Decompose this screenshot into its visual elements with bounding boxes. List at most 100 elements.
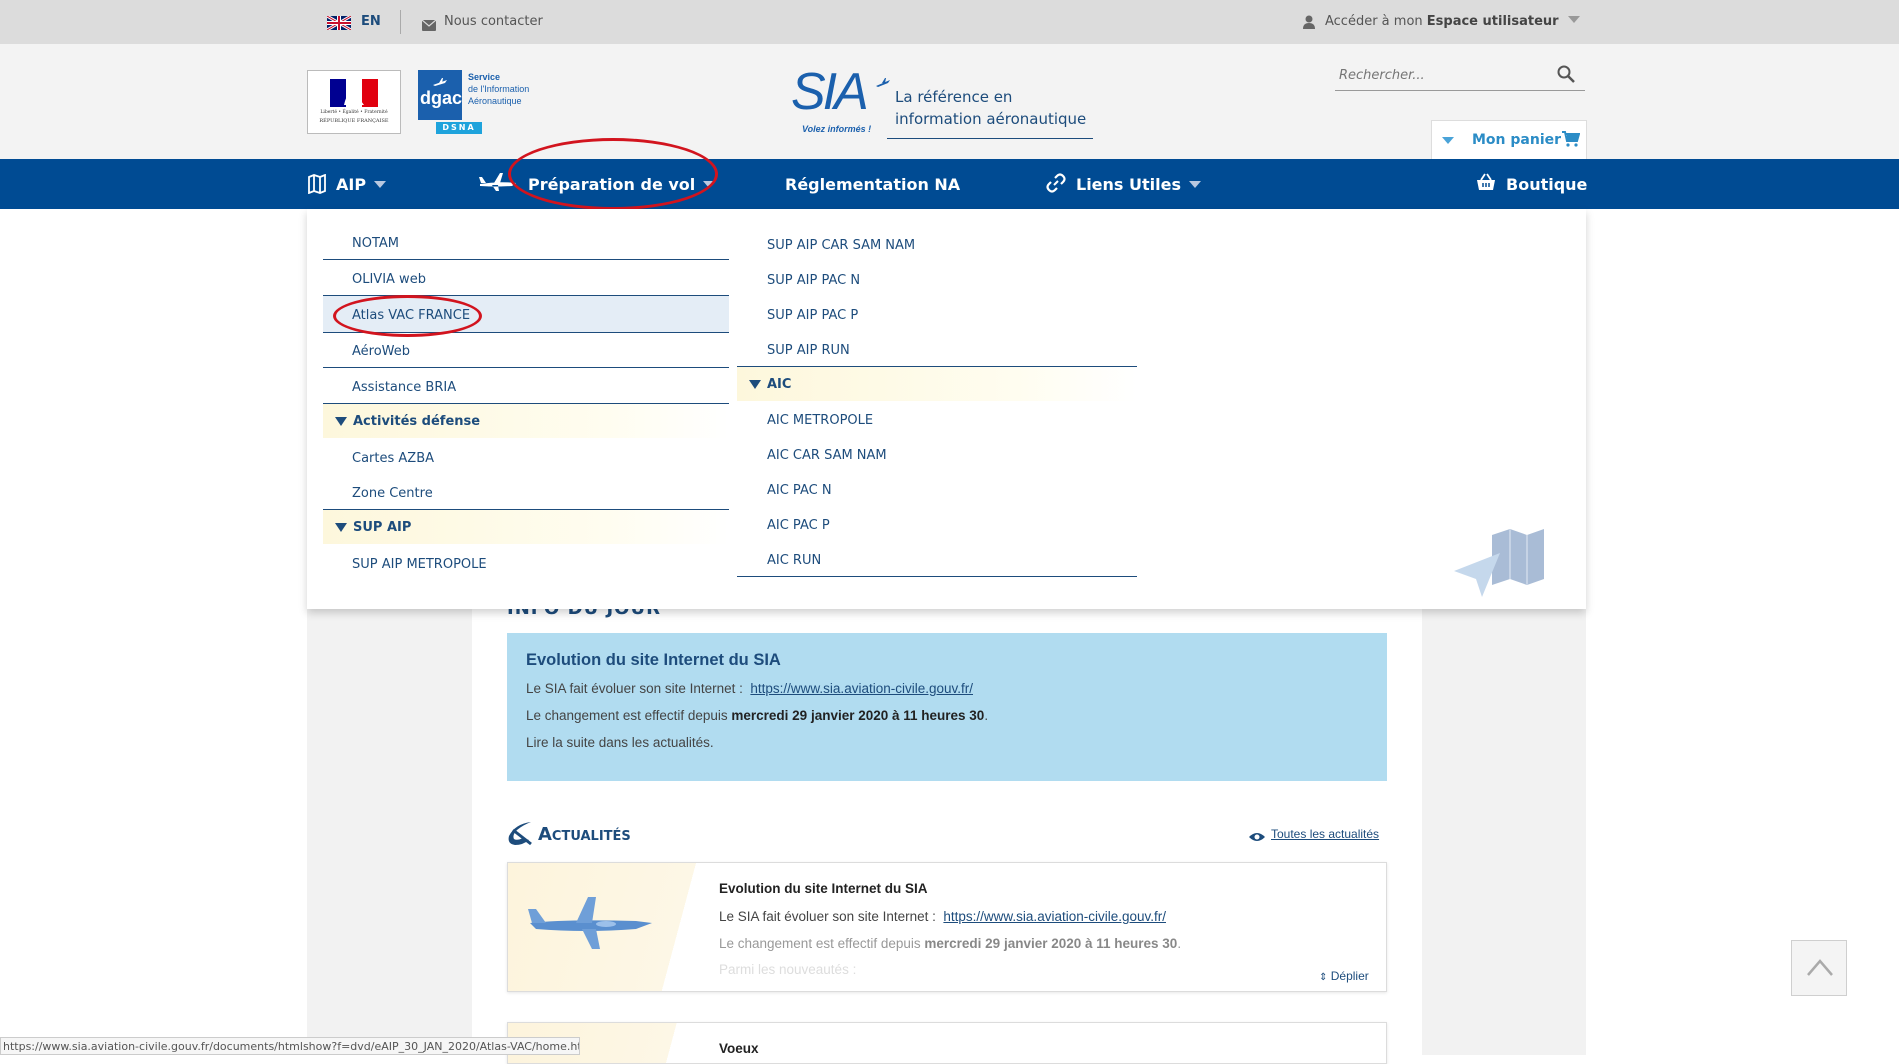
dgac-short: dgac (420, 88, 463, 108)
chevron-down-icon (1567, 16, 1580, 23)
dgac-logo-block: dgac (418, 70, 462, 120)
sia-wordmark: SIA (791, 63, 869, 121)
info-link[interactable]: https://www.sia.aviation-civile.gouv.fr/ (750, 681, 973, 696)
card-line3: Parmi les nouveautés : (719, 962, 857, 977)
airplane-icon (432, 74, 448, 86)
tagline-underline (887, 138, 1093, 139)
nav-boutique[interactable]: Boutique (1506, 175, 1587, 194)
menu-group-label: SUP AIP (353, 520, 412, 535)
cart-label: Mon panier (1472, 132, 1562, 148)
menu-item-aic-pac-n[interactable]: AIC PAC N (767, 483, 832, 498)
menu-group-label: AIC (767, 377, 792, 392)
menu-item-sup-aip-run[interactable]: SUP AIP RUN (767, 343, 850, 358)
user-space-label: Espace utilisateur (1426, 14, 1559, 29)
nav-liens-label: Liens Utiles (1076, 175, 1181, 194)
expand-toggle[interactable]: ⇕ Déplier (1319, 969, 1369, 983)
cart-button[interactable]: Mon panier (1431, 120, 1587, 160)
info-line2: Le changement est effectif depuis mercre… (526, 708, 988, 723)
news-section-title: Actualités (538, 824, 631, 845)
menu-item-olivia[interactable]: OLIVIA web (352, 272, 426, 287)
menu-item-aic-car-sam-nam[interactable]: AIC CAR SAM NAM (767, 448, 887, 463)
news-card: Voeux (507, 1022, 1387, 1064)
menu-item-aic-pac-p[interactable]: AIC PAC P (767, 518, 830, 533)
divider (323, 367, 729, 368)
info-title: Evolution du site Internet du SIA (526, 651, 781, 669)
triangle-down-icon (335, 523, 347, 532)
search-box[interactable] (1335, 60, 1585, 91)
news-icon (505, 818, 535, 848)
search-icon[interactable] (1557, 65, 1575, 83)
menu-item-sup-aip-pac-p[interactable]: SUP AIP PAC P (767, 308, 858, 323)
sia-tagline-1: La référence en (895, 88, 1013, 106)
card-title[interactable]: Evolution du site Internet du SIA (719, 881, 928, 896)
link-icon (1046, 173, 1066, 193)
basket-icon (1476, 173, 1496, 191)
info-box: Evolution du site Internet du SIA Le SIA… (507, 633, 1387, 781)
menu-group-aic[interactable]: AIC (737, 367, 1137, 401)
info-line3: Lire la suite dans les actualités. (526, 735, 714, 750)
nav-liens-utiles[interactable]: Liens Utiles (1076, 175, 1201, 194)
info-line1-text: Le SIA fait évoluer son site Internet : (526, 681, 743, 696)
user-space-prefix: Accéder à mon (1325, 14, 1427, 29)
menu-item-cartes-azba[interactable]: Cartes AZBA (352, 451, 434, 466)
menu-item-sup-aip-car-sam-nam[interactable]: SUP AIP CAR SAM NAM (767, 238, 915, 253)
chevron-down-icon (1189, 181, 1201, 188)
menu-item-assistance-bria[interactable]: Assistance BRIA (352, 380, 456, 395)
eye-icon (1248, 828, 1266, 841)
menu-item-sup-aip-pac-n[interactable]: SUP AIP PAC N (767, 273, 860, 288)
divider (323, 259, 729, 260)
card-title[interactable]: Voeux (719, 1041, 759, 1056)
info-line2-end: . (984, 708, 989, 723)
menu-item-aeroweb[interactable]: AéroWeb (352, 344, 410, 359)
triangle-down-icon (335, 417, 347, 426)
rf-motto: Liberté • Égalité • Fraternité (320, 110, 388, 115)
divider (400, 10, 401, 34)
card-line1: Le SIA fait évoluer son site Internet : … (719, 909, 1166, 924)
triangle-down-icon (749, 380, 761, 389)
chevron-up-icon (1806, 957, 1834, 977)
annotation-circle (333, 295, 482, 337)
dgac-logo[interactable]: dgac DSNA Service de l'Information Aéron… (418, 70, 542, 134)
dgac-service-line2: de l'Information (468, 84, 530, 94)
nav-reglementation[interactable]: Réglementation NA (785, 175, 960, 194)
expand-label: Déplier (1330, 969, 1369, 983)
menu-group-activites-defense[interactable]: Activités défense (323, 404, 729, 438)
user-icon (1303, 14, 1315, 29)
info-line2-date: mercredi 29 janvier 2020 à 11 heures 30 (731, 708, 985, 723)
chevron-down-icon (374, 181, 387, 188)
card-link[interactable]: https://www.sia.aviation-civile.gouv.fr/ (943, 909, 1166, 924)
card-line1-text: Le SIA fait évoluer son site Internet : (719, 909, 936, 924)
news-card: Evolution du site Internet du SIA Le SIA… (507, 862, 1387, 992)
user-space-link[interactable]: Accéder à mon Espace utilisateur (1325, 14, 1580, 29)
map-plane-icon (1452, 527, 1562, 599)
card-line2-date: mercredi 29 janvier 2020 à 11 heures 30 (924, 936, 1178, 951)
menu-item-notam[interactable]: NOTAM (352, 236, 399, 251)
main-nav: AIP Préparation de vol Réglementation NA… (0, 159, 1899, 209)
menu-group-sup-aip[interactable]: SUP AIP (323, 510, 729, 544)
divider (737, 576, 1137, 577)
updown-icon: ⇕ (1319, 972, 1328, 983)
language-link[interactable]: EN (361, 14, 381, 29)
sia-logo[interactable]: SIA Volez informés ! La référence en inf… (787, 62, 1093, 142)
sia-tagline-2: information aéronautique (895, 110, 1087, 128)
dsna-label: DSNA (442, 123, 476, 132)
menu-item-aic-metropole[interactable]: AIC METROPOLE (767, 413, 873, 428)
uk-flag-icon[interactable] (326, 14, 352, 32)
all-news-link[interactable]: Toutes les actualités (1271, 827, 1379, 841)
contact-link[interactable]: Nous contacter (444, 14, 543, 29)
site-header: Liberté • Égalité • Fraternité RÉPUBLIQU… (0, 44, 1899, 160)
annotation-circle (508, 138, 718, 210)
card-line2-end: . (1177, 936, 1182, 951)
airplane-icon (526, 893, 656, 953)
preparation-dropdown-menu: NOTAM OLIVIA web Atlas VAC FRANCE AéroWe… (307, 209, 1586, 609)
menu-item-aic-run[interactable]: AIC RUN (767, 553, 821, 568)
menu-item-sup-aip-metropole[interactable]: SUP AIP METROPOLE (352, 557, 487, 572)
dgac-service-line3: Aéronautique (468, 96, 522, 106)
dgac-service-line1: Service (468, 72, 501, 82)
search-input[interactable] (1337, 64, 1541, 86)
menu-item-zone-centre[interactable]: Zone Centre (352, 486, 433, 501)
nav-aip[interactable]: AIP (336, 175, 387, 194)
republique-francaise-logo[interactable]: Liberté • Égalité • Fraternité RÉPUBLIQU… (307, 70, 401, 134)
back-to-top-button[interactable] (1791, 940, 1847, 996)
top-bar: EN Nous contacter Accéder à mon Espace u… (0, 0, 1899, 44)
